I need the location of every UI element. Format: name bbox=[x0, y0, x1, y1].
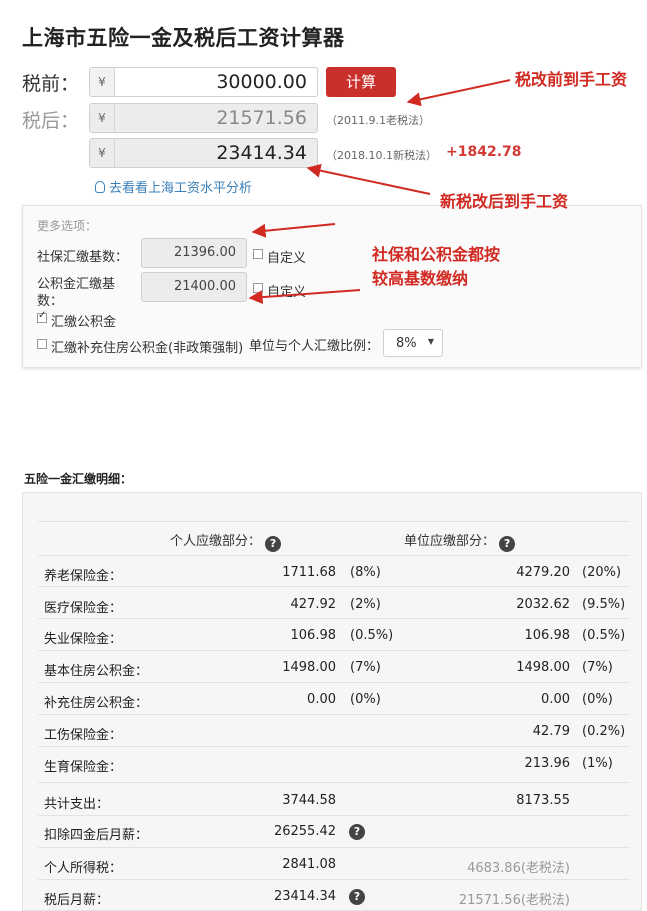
personal-rate: (0%) bbox=[350, 692, 381, 707]
income-tax-old: 4683.86(老税法) bbox=[467, 861, 570, 876]
personal-rate: (7%) bbox=[350, 660, 381, 675]
after-deduct-value: 26255.42 bbox=[273, 824, 336, 839]
details-title: 五险一金汇缴明细： bbox=[24, 472, 133, 486]
company-rate: (0.5%) bbox=[582, 628, 626, 643]
help-icon[interactable]: ? bbox=[265, 536, 282, 552]
divider bbox=[38, 682, 630, 683]
help-icon[interactable]: ? bbox=[349, 824, 365, 840]
company-rate: (1%) bbox=[582, 756, 613, 771]
company-amount: 4279.20 bbox=[516, 565, 570, 580]
company-amount: 1498.00 bbox=[516, 660, 570, 675]
after-deduct-label: 扣除四金后月薪： bbox=[44, 828, 149, 843]
total-personal: 3744.58 bbox=[282, 793, 336, 808]
divider bbox=[38, 650, 630, 651]
company-header: 单位应缴部分：? bbox=[404, 530, 516, 552]
divider bbox=[38, 586, 630, 587]
divider bbox=[38, 782, 630, 783]
divider bbox=[38, 847, 630, 848]
company-rate: (9.5%) bbox=[582, 597, 626, 612]
divider bbox=[38, 618, 630, 619]
row-label: 养老保险金： bbox=[44, 569, 123, 584]
help-icon[interactable]: ? bbox=[499, 536, 516, 552]
row-label: 生育保险金： bbox=[44, 760, 123, 775]
net-value: 23414.34 bbox=[273, 889, 336, 904]
annotation-old-net: 税改前到手工资 bbox=[515, 70, 628, 89]
divider bbox=[38, 555, 630, 556]
personal-amount: 0.00 bbox=[307, 692, 336, 707]
net-label: 税后月薪： bbox=[44, 893, 110, 908]
row-label: 失业保险金： bbox=[44, 632, 123, 647]
total-label: 共计支出： bbox=[44, 797, 110, 812]
company-rate: (7%) bbox=[582, 660, 613, 675]
divider bbox=[38, 521, 630, 522]
net-old: 21571.56(老税法) bbox=[458, 893, 570, 908]
company-header-label: 单位应缴部分： bbox=[404, 534, 496, 549]
divider bbox=[38, 714, 630, 715]
income-tax-label: 个人所得税： bbox=[44, 861, 123, 876]
company-amount: 2032.62 bbox=[516, 597, 570, 612]
company-rate: (0.2%) bbox=[582, 724, 626, 739]
personal-rate: (2%) bbox=[350, 597, 381, 612]
arrow-social-base bbox=[251, 223, 336, 238]
annotation-new-net: 新税改后到手工资 bbox=[440, 192, 569, 211]
divider bbox=[38, 879, 630, 880]
income-tax-value: 2841.08 bbox=[282, 857, 336, 872]
company-rate: (0%) bbox=[582, 692, 613, 707]
company-rate: (20%) bbox=[582, 565, 622, 580]
annotation-base-line1: 社保和公积金都按 bbox=[372, 245, 501, 264]
company-amount: 0.00 bbox=[541, 692, 570, 707]
company-amount: 106.98 bbox=[524, 628, 571, 643]
total-company: 8173.55 bbox=[516, 793, 570, 808]
company-amount: 42.79 bbox=[532, 724, 570, 739]
annotation-base-line2: 较高基数缴纳 bbox=[372, 269, 469, 288]
row-label: 补充住房公积金： bbox=[44, 696, 149, 711]
personal-header: 个人应缴部分：? bbox=[170, 530, 282, 552]
row-label: 医疗保险金： bbox=[44, 601, 123, 616]
arrow-new-net bbox=[306, 163, 431, 195]
arrow-old-net bbox=[406, 79, 511, 107]
row-label: 工伤保险金： bbox=[44, 728, 123, 743]
personal-rate: (0.5%) bbox=[350, 628, 394, 643]
divider bbox=[38, 746, 630, 747]
personal-amount: 106.98 bbox=[290, 628, 337, 643]
row-label: 基本住房公积金： bbox=[44, 664, 149, 679]
arrow-fund-base bbox=[248, 289, 361, 305]
personal-amount: 1498.00 bbox=[282, 660, 336, 675]
personal-amount: 1711.68 bbox=[282, 565, 336, 580]
personal-amount: 427.92 bbox=[290, 597, 337, 612]
help-icon[interactable]: ? bbox=[349, 889, 365, 905]
personal-rate: (8%) bbox=[350, 565, 381, 580]
company-amount: 213.96 bbox=[524, 756, 571, 771]
personal-header-label: 个人应缴部分： bbox=[170, 534, 262, 549]
divider bbox=[38, 815, 630, 816]
